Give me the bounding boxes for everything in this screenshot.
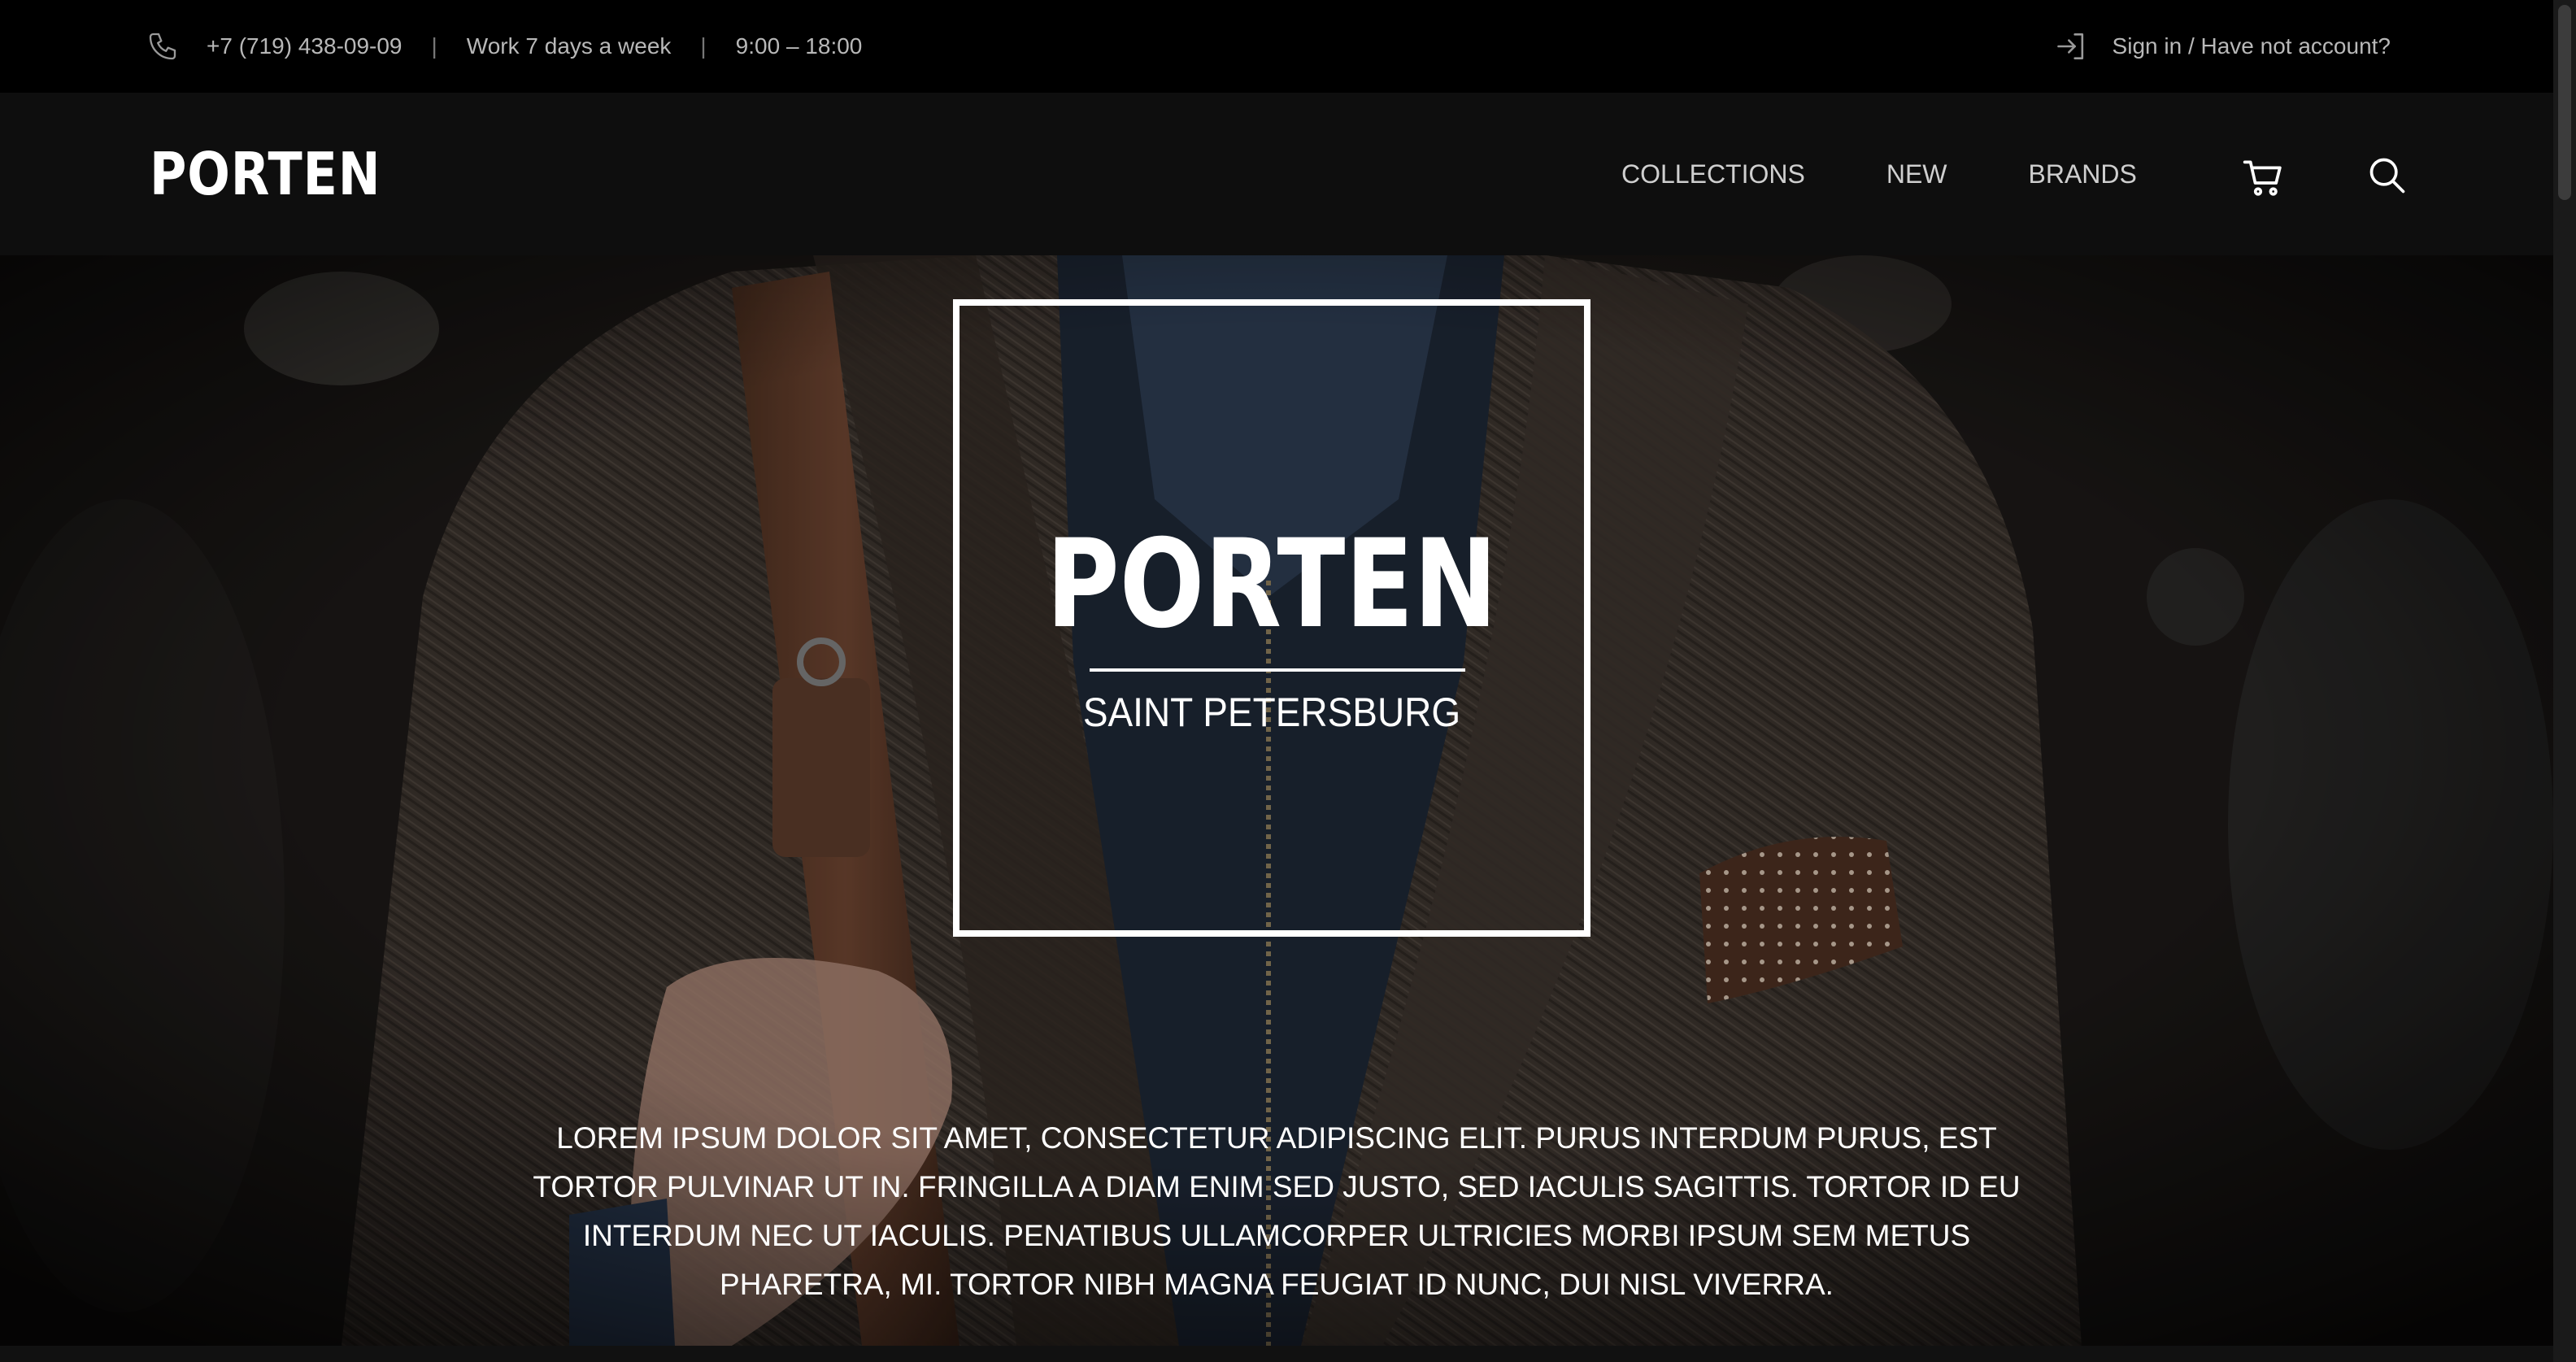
work-hours-text: 9:00 – 18:00 (735, 33, 863, 59)
work-days-text: Work 7 days a week (466, 33, 672, 59)
scrollbar[interactable] (2553, 0, 2576, 1362)
phone-number[interactable]: +7 (719) 438-09-09 (207, 33, 402, 59)
hero-divider (1090, 668, 1465, 672)
main-nav: COLLECTIONS NEW BRANDS (1621, 93, 2137, 255)
phone-icon (149, 33, 176, 60)
nav-item-brands[interactable]: BRANDS (2028, 159, 2136, 189)
contact-info: +7 (719) 438-09-09 | Work 7 days a week … (146, 0, 862, 93)
divider: | (431, 33, 437, 59)
hero-title: PORTEN (1046, 514, 1498, 655)
nav-item-collections[interactable]: COLLECTIONS (1621, 159, 1805, 189)
main-header: PORTEN COLLECTIONS NEW BRANDS (0, 93, 2553, 255)
nav-item-new[interactable]: NEW (1886, 159, 1947, 189)
scrollbar-thumb[interactable] (2558, 5, 2571, 200)
cart-icon[interactable] (2241, 154, 2287, 200)
hero-subtitle: SAINT PETERSBURG (1082, 690, 1461, 735)
sign-in-icon[interactable] (2054, 28, 2090, 64)
account-area: Sign in / Have not account? (2054, 0, 2391, 93)
search-icon[interactable] (2366, 154, 2408, 197)
logo[interactable]: PORTEN (150, 141, 381, 207)
hero-banner: PORTEN SAINT PETERSBURG Lorem ipsum dolo… (0, 255, 2553, 1346)
page: +7 (719) 438-09-09 | Work 7 days a week … (0, 0, 2576, 1362)
sign-in-link[interactable]: Sign in / Have not account? (2113, 33, 2391, 59)
page-bottom-edge (0, 1346, 2553, 1362)
divider: | (700, 33, 707, 59)
top-bar: +7 (719) 438-09-09 | Work 7 days a week … (0, 0, 2553, 93)
hero-description: Lorem ipsum dolor sit amet, consectetur … (533, 1121, 2021, 1301)
